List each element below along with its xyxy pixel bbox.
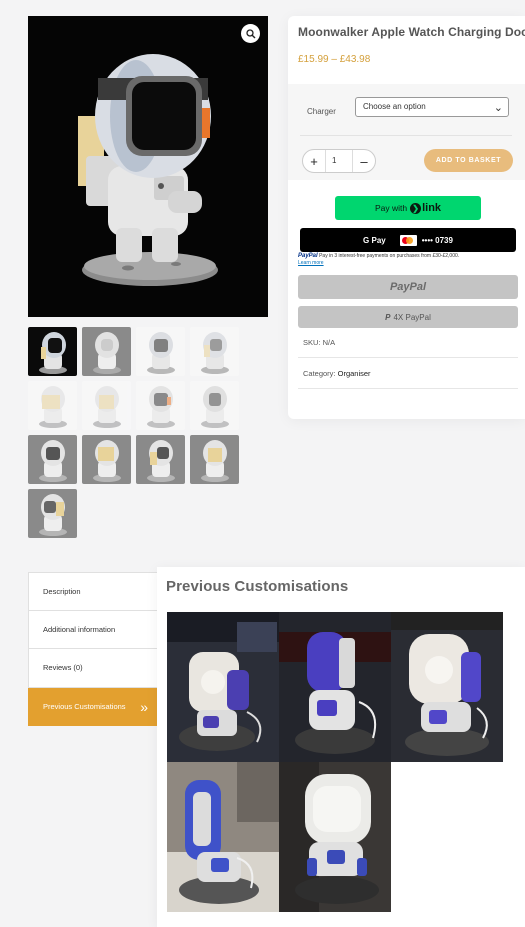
category-row: Category: Organiser <box>298 369 518 378</box>
tab-additional-information[interactable]: Additional information <box>28 610 159 649</box>
gpay-label: G Pay <box>363 235 386 245</box>
gallery-thumbnail[interactable] <box>136 327 185 376</box>
quantity-stepper: + 1 – <box>302 149 376 173</box>
tab-reviews[interactable]: Reviews (0) <box>28 649 159 688</box>
astronaut-thumb-image <box>93 440 121 482</box>
gallery-thumbnail[interactable] <box>190 381 239 430</box>
customisation-photo[interactable] <box>279 612 391 762</box>
gallery-thumbnail[interactable] <box>190 435 239 484</box>
panel-title: Previous Customisations <box>166 578 349 595</box>
customisation-photo[interactable] <box>167 762 279 912</box>
gallery-thumbnail[interactable] <box>82 327 131 376</box>
astronaut-thumb-image <box>93 386 121 428</box>
paypal-4x-label: 4X PayPal <box>393 312 431 322</box>
card-digits: •••• 0739 <box>421 235 453 245</box>
variation-label: Charger <box>307 107 336 116</box>
pay-with-link-button[interactable]: Pay with ❯ link <box>335 196 481 220</box>
charger-select[interactable]: Choose an option ⌄ <box>355 97 509 117</box>
chevron-down-icon: ⌄ <box>493 102 503 114</box>
gallery-thumbnail[interactable] <box>136 381 185 430</box>
astronaut-thumb-image <box>39 494 67 536</box>
category-link[interactable]: Organiser <box>338 369 371 378</box>
paypal-p-icon: P <box>385 312 391 322</box>
sku-row: SKU: N/A <box>298 338 518 347</box>
paypal-mini-logo: PayPal <box>298 253 318 259</box>
product-tabs: Description Additional information Revie… <box>28 572 159 726</box>
gallery-thumbnail[interactable] <box>136 435 185 484</box>
customer-photo-image <box>167 612 279 762</box>
customisation-photo[interactable] <box>391 612 503 762</box>
astronaut-dock-illustration <box>78 54 218 286</box>
zoom-button[interactable] <box>241 24 260 43</box>
divider <box>300 135 512 136</box>
astronaut-thumb-image <box>147 440 175 482</box>
link-arrow-icon: ❯ <box>410 202 422 214</box>
astronaut-thumb-image <box>39 332 67 374</box>
gallery-thumbnail[interactable] <box>28 327 77 376</box>
link-prefix: Pay with <box>374 203 408 213</box>
gallery-thumbnail[interactable] <box>190 327 239 376</box>
learn-more-link[interactable]: Learn more <box>298 260 324 266</box>
customisation-photo[interactable] <box>279 762 391 912</box>
gallery-thumbnail[interactable] <box>82 435 131 484</box>
tab-previous-customisations[interactable]: Previous Customisations » <box>28 687 159 726</box>
gallery-thumbnail[interactable] <box>82 381 131 430</box>
tab-label: Previous Customisations <box>43 701 126 711</box>
google-pay-button[interactable]: G Pay •••• 0739 <box>300 228 516 252</box>
add-to-basket-button[interactable]: ADD TO BASKET <box>424 149 513 172</box>
customer-photo-image <box>167 762 279 912</box>
divider <box>298 388 518 389</box>
astronaut-thumb-image <box>201 332 229 374</box>
astronaut-thumb-image <box>147 386 175 428</box>
product-title: Moonwalker Apple Watch Charging Dock <box>298 25 525 39</box>
customisation-photo[interactable] <box>167 612 279 762</box>
gallery-thumbnail[interactable] <box>28 435 77 484</box>
divider <box>298 357 518 358</box>
paypal-button[interactable]: PayPal <box>298 275 518 299</box>
gallery-thumbnail[interactable] <box>28 381 77 430</box>
category-label: Category: <box>303 369 336 378</box>
customer-photo-image <box>391 612 503 762</box>
product-summary: Moonwalker Apple Watch Charging Dock £15… <box>288 16 525 419</box>
link-logo: ❯ link <box>410 202 441 214</box>
magnifier-icon <box>245 28 255 38</box>
price-range: £15.99 – £43.98 <box>298 54 371 65</box>
main-product-image[interactable] <box>28 16 268 317</box>
add-to-cart-form: Charger Choose an option ⌄ + 1 – ADD TO … <box>288 84 525 180</box>
astronaut-thumb-image <box>39 440 67 482</box>
mastercard-icon <box>399 234 417 246</box>
astronaut-thumb-image <box>147 332 175 374</box>
paypal-4x-button[interactable]: P 4X PayPal <box>298 306 518 328</box>
customer-photo-image <box>279 762 391 912</box>
astronaut-thumb-image <box>201 440 229 482</box>
quantity-input[interactable]: 1 <box>325 150 353 172</box>
astronaut-thumb-image <box>93 332 121 374</box>
quantity-minus-button[interactable]: – <box>353 154 375 169</box>
paylater-text: Pay in 3 interest-free payments on purch… <box>319 253 460 259</box>
link-brand: link <box>422 202 442 214</box>
quantity-plus-button[interactable]: + <box>303 154 325 169</box>
astronaut-thumb-image <box>201 386 229 428</box>
gallery-thumbnail[interactable] <box>28 489 77 538</box>
tab-description[interactable]: Description <box>28 572 159 611</box>
gallery-thumbnails <box>28 327 248 538</box>
customer-photo-image <box>279 612 391 762</box>
previous-customisations-panel: Previous Customisations <box>157 567 525 927</box>
sku-label: SKU: <box>303 338 321 347</box>
astronaut-thumb-image <box>39 386 67 428</box>
select-value: Choose an option <box>363 102 426 111</box>
double-chevron-right-icon: » <box>140 698 148 715</box>
sku-value: N/A <box>322 338 336 347</box>
paylater-message: PayPal Pay in 3 interest-free payments o… <box>298 253 518 267</box>
